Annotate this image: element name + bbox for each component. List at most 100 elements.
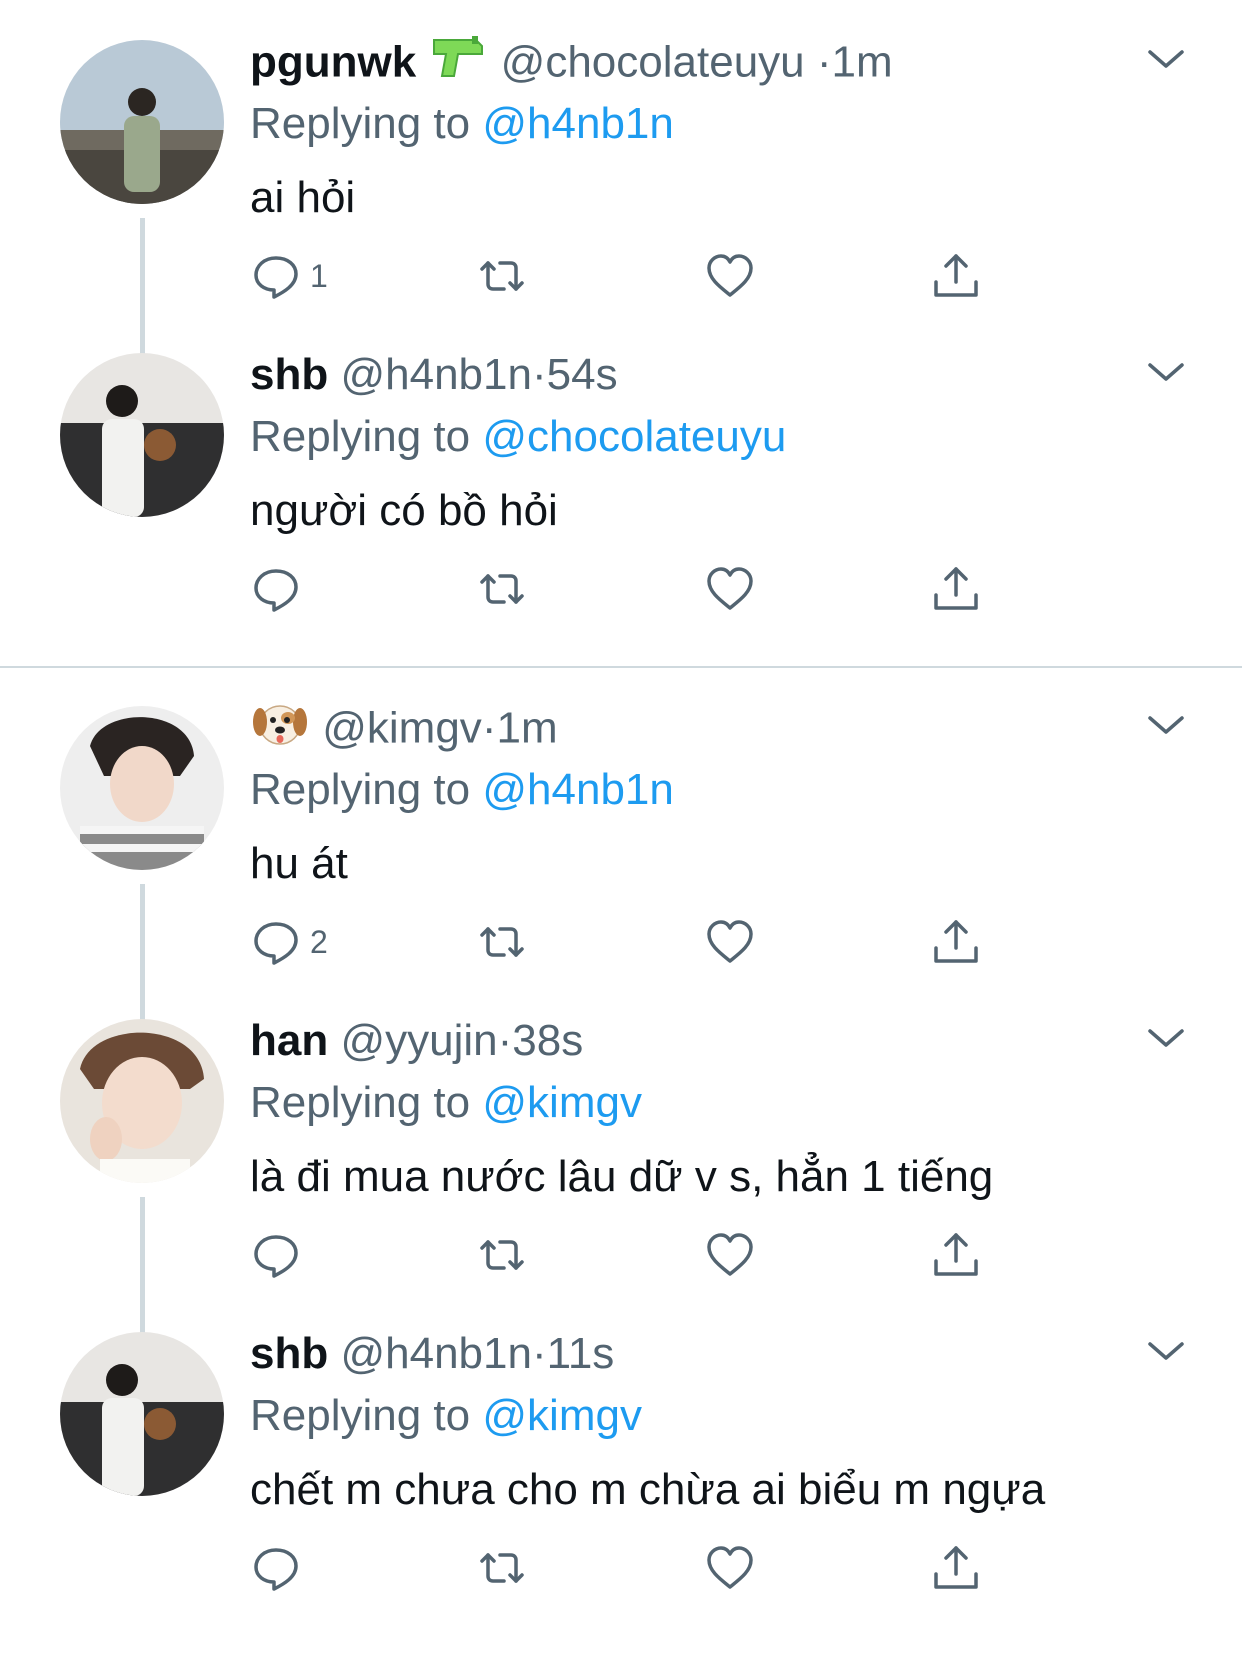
like-button[interactable] [704, 248, 756, 304]
reply-button[interactable]: 1 [250, 248, 328, 304]
heart-icon [707, 1546, 753, 1589]
retweet-button[interactable] [476, 248, 528, 304]
timestamp[interactable]: 54s [547, 350, 618, 399]
heart-icon [707, 254, 753, 297]
mention-link[interactable]: @h4nb1n [482, 765, 674, 814]
share-icon [934, 254, 978, 297]
chevron-down-icon[interactable] [1144, 1336, 1188, 1366]
retweet-button[interactable] [476, 1227, 528, 1283]
reply-button[interactable] [250, 1540, 310, 1596]
mention-link[interactable]: @kimgv [482, 1078, 642, 1127]
like-button[interactable] [704, 1540, 756, 1596]
tweet-text: là đi mua nước lâu dữ v s, hẳn 1 tiếng [250, 1152, 994, 1201]
tweet-3[interactable]: @kimgv·1m Replying to @h4nb1n hu át 2 [0, 666, 1242, 1026]
heart-icon [707, 1233, 753, 1276]
avatar[interactable] [60, 1332, 224, 1496]
display-name[interactable]: shb [250, 1329, 328, 1378]
share-button[interactable] [930, 1540, 982, 1596]
replying-to: Replying to @kimgv [250, 1073, 642, 1133]
replying-prefix: Replying to [250, 99, 471, 148]
retweet-icon [480, 1240, 524, 1270]
tweet-header: @kimgv·1m [250, 698, 558, 764]
display-name[interactable]: han [250, 1016, 328, 1065]
replying-to: Replying to @kimgv [250, 1386, 642, 1446]
handle[interactable]: @h4nb1n [340, 350, 532, 399]
timestamp[interactable]: 11s [547, 1329, 615, 1378]
mention-link[interactable]: @kimgv [482, 1391, 642, 1440]
mention-link[interactable]: @chocolateuyu [482, 412, 786, 461]
tweet-header: pgunwk @chocolateuyu ·1m [250, 32, 893, 98]
share-icon [934, 1546, 978, 1589]
reply-button[interactable]: 2 [250, 914, 328, 970]
action-bar [250, 561, 1010, 617]
chevron-down-icon[interactable] [1144, 44, 1188, 74]
reply-count: 1 [310, 257, 328, 294]
chevron-down-icon[interactable] [1144, 1023, 1188, 1053]
retweet-button[interactable] [476, 914, 528, 970]
share-button[interactable] [930, 1227, 982, 1283]
replying-to: Replying to @h4nb1n [250, 94, 674, 154]
tweet-header: han @yyujin·38s [250, 1011, 583, 1071]
retweet-button[interactable] [476, 1540, 528, 1596]
like-button[interactable] [704, 1227, 756, 1283]
action-bar: 1 [250, 248, 1010, 304]
tweet-header: shb @h4nb1n·54s [250, 345, 618, 405]
tweet-2[interactable]: shb @h4nb1n·54s Replying to @chocolateuy… [0, 313, 1242, 643]
tweet-1[interactable]: pgunwk @chocolateuyu ·1m Replying to @h4… [0, 0, 1242, 360]
share-icon [934, 567, 978, 610]
avatar[interactable] [60, 1019, 224, 1183]
replying-prefix: Replying to [250, 765, 471, 814]
reply-button[interactable] [250, 1227, 310, 1283]
avatar[interactable] [60, 353, 224, 517]
chevron-down-icon[interactable] [1144, 357, 1188, 387]
display-name[interactable]: shb [250, 350, 328, 399]
avatar-photo [60, 40, 224, 204]
action-bar: 2 [250, 914, 1010, 970]
tweet-5[interactable]: shb @h4nb1n·11s Replying to @kimgv chết … [0, 1292, 1242, 1622]
handle[interactable]: @kimgv [322, 704, 482, 753]
heart-icon [707, 567, 753, 610]
reply-icon [254, 256, 298, 299]
reply-icon [254, 1548, 298, 1591]
water-pistol-icon [428, 32, 488, 98]
retweet-icon [480, 574, 524, 604]
tweet-header: shb @h4nb1n·11s [250, 1324, 614, 1384]
separator: · [531, 350, 547, 399]
replying-prefix: Replying to [250, 1391, 471, 1440]
dog-face-icon [250, 698, 310, 764]
retweet-icon [480, 927, 524, 957]
separator: · [531, 1329, 547, 1378]
replying-to: Replying to @chocolateuyu [250, 407, 786, 467]
handle[interactable]: @h4nb1n [340, 1329, 532, 1378]
reply-icon [254, 1235, 298, 1278]
replying-prefix: Replying to [250, 412, 471, 461]
timestamp[interactable]: 1m [496, 704, 557, 753]
retweet-icon [480, 261, 524, 291]
share-button[interactable] [930, 914, 982, 970]
tweet-4[interactable]: han @yyujin·38s Replying to @kimgv là đi… [0, 979, 1242, 1339]
heart-icon [707, 920, 753, 963]
display-name[interactable]: pgunwk [250, 38, 416, 87]
separator: · [497, 1016, 513, 1065]
action-bar [250, 1540, 1010, 1596]
tweet-text: chết m chưa cho m chừa ai biểu m ngựa [250, 1465, 1046, 1514]
timestamp[interactable]: 1m [832, 38, 893, 87]
handle[interactable]: @yyujin [340, 1016, 497, 1065]
share-button[interactable] [930, 561, 982, 617]
like-button[interactable] [704, 914, 756, 970]
mention-link[interactable]: @h4nb1n [482, 99, 674, 148]
like-button[interactable] [704, 561, 756, 617]
avatar[interactable] [60, 40, 224, 204]
reply-count: 2 [310, 923, 328, 960]
handle[interactable]: @chocolateuyu [501, 38, 805, 87]
chevron-down-icon[interactable] [1144, 710, 1188, 740]
separator: · [816, 37, 832, 87]
avatar[interactable] [60, 706, 224, 870]
reply-button[interactable] [250, 561, 310, 617]
tweet-text: ai hỏi [250, 173, 356, 222]
reply-icon [254, 922, 298, 965]
retweet-button[interactable] [476, 561, 528, 617]
tweet-text: hu át [250, 839, 348, 888]
share-button[interactable] [930, 248, 982, 304]
timestamp[interactable]: 38s [512, 1016, 583, 1065]
